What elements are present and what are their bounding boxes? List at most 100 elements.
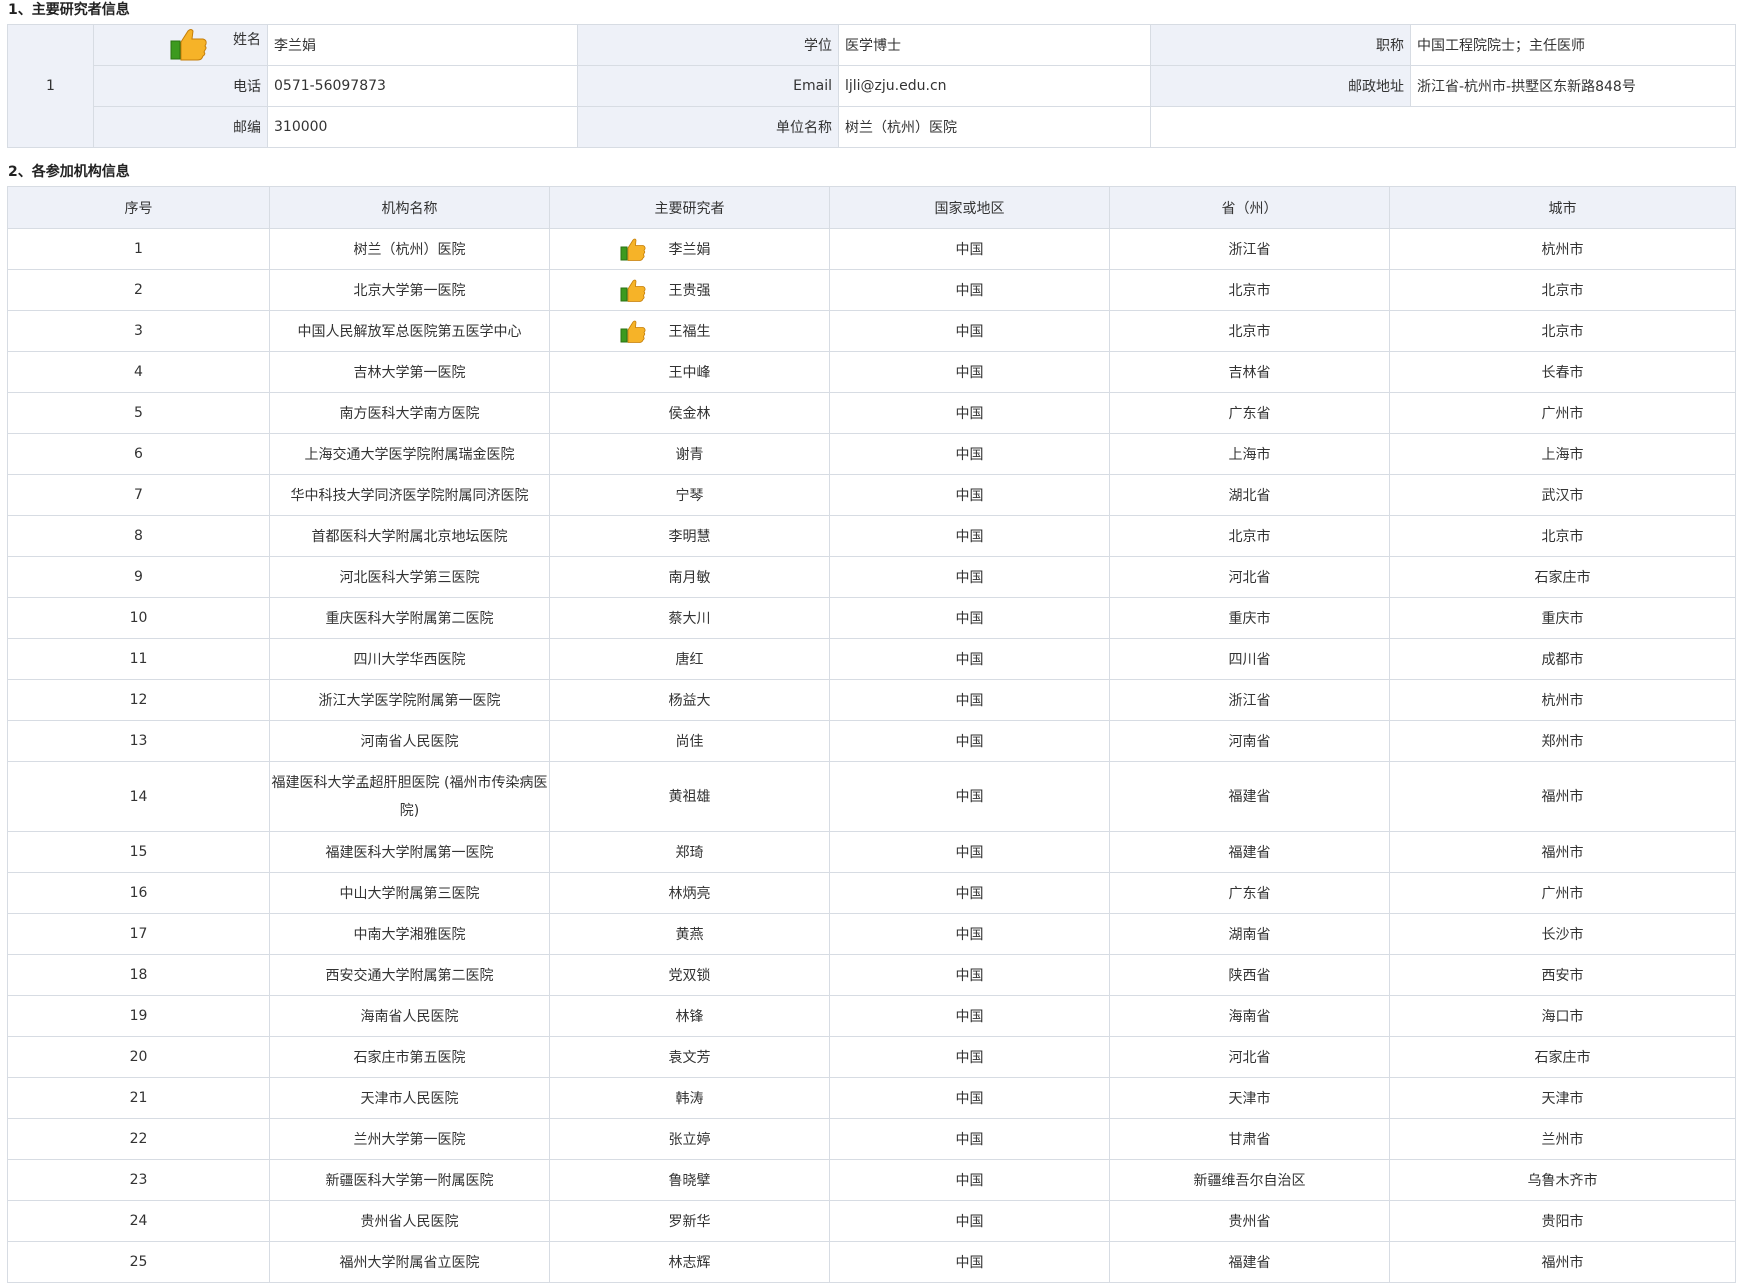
- site-province: 吉林省: [1109, 351, 1390, 393]
- site-no: 15: [7, 831, 270, 873]
- site-pi-name: 谢青: [675, 447, 704, 463]
- site-org: 树兰（杭州）医院: [269, 228, 550, 270]
- table-row: 6 上海交通大学医学院附属瑞金医院 谢青 中国 上海市 上海市: [7, 433, 1736, 475]
- site-no: 13: [7, 720, 270, 762]
- site-province: 广东省: [1109, 392, 1390, 434]
- name-value: 李兰娟: [267, 24, 578, 66]
- degree-label: 学位: [577, 24, 839, 66]
- table-row: 8 首都医科大学附属北京地坛医院 李明慧 中国 北京市 北京市: [7, 515, 1736, 557]
- site-country: 中国: [829, 1077, 1110, 1119]
- empty-cell: [1150, 106, 1736, 148]
- site-pi: 林志辉: [549, 1241, 830, 1283]
- header-city: 城市: [1389, 186, 1736, 229]
- site-city: 乌鲁木齐市: [1389, 1159, 1736, 1201]
- site-org: 兰州大学第一医院: [269, 1118, 550, 1160]
- site-pi-name: 侯金林: [668, 406, 711, 422]
- site-country: 中国: [829, 1159, 1110, 1201]
- site-org: 浙江大学医学院附属第一医院: [269, 679, 550, 721]
- email-label: Email: [577, 65, 839, 107]
- site-pi: 谢青: [549, 433, 830, 475]
- site-province: 北京市: [1109, 269, 1390, 311]
- site-no: 11: [7, 638, 270, 680]
- site-city: 上海市: [1389, 433, 1736, 475]
- site-city: 海口市: [1389, 995, 1736, 1037]
- site-pi-name: 宁琴: [675, 488, 704, 504]
- site-pi: 侯金林: [549, 392, 830, 434]
- site-pi: 韩涛: [549, 1077, 830, 1119]
- investigator-row-1: 1 姓名 李兰娟 学位 医学博士 职称 中国工程院院士；主任医师: [7, 24, 1736, 148]
- site-org: 重庆医科大学附属第二医院: [269, 597, 550, 639]
- site-province: 甘肃省: [1109, 1118, 1390, 1160]
- site-country: 中国: [829, 392, 1110, 434]
- site-no: 7: [7, 474, 270, 516]
- site-city: 重庆市: [1389, 597, 1736, 639]
- table-row: 9 河北医科大学第三医院 南月敏 中国 河北省 石家庄市: [7, 556, 1736, 598]
- site-pi-name: 林锋: [675, 1009, 704, 1025]
- site-country: 中国: [829, 310, 1110, 352]
- site-pi-name: 尚佳: [675, 734, 704, 750]
- site-city: 广州市: [1389, 872, 1736, 914]
- site-city: 长春市: [1389, 351, 1736, 393]
- site-no: 14: [7, 761, 270, 832]
- site-pi: 林锋: [549, 995, 830, 1037]
- table-row: 4 吉林大学第一医院 王中峰 中国 吉林省 长春市: [7, 351, 1736, 393]
- site-no: 1: [7, 228, 270, 270]
- site-country: 中国: [829, 913, 1110, 955]
- site-no: 20: [7, 1036, 270, 1078]
- site-city: 天津市: [1389, 1077, 1736, 1119]
- site-province: 上海市: [1109, 433, 1390, 475]
- sites-table: 序号 机构名称 主要研究者 国家或地区 省（州） 城市 1 树兰（杭州）医院 李兰娟…: [7, 186, 1736, 1283]
- site-city: 北京市: [1389, 515, 1736, 557]
- thumbs-up-icon: [620, 278, 646, 302]
- site-country: 中国: [829, 954, 1110, 996]
- site-pi: 黄祖雄: [549, 761, 830, 832]
- site-pi: 王福生: [549, 310, 830, 352]
- site-pi: 张立婷: [549, 1118, 830, 1160]
- site-pi: 袁文芳: [549, 1036, 830, 1078]
- site-no: 22: [7, 1118, 270, 1160]
- table-row: 17 中南大学湘雅医院 黄燕 中国 湖南省 长沙市: [7, 913, 1736, 955]
- table-row: 16 中山大学附属第三医院 林炳亮 中国 广东省 广州市: [7, 872, 1736, 914]
- header-province: 省（州）: [1109, 186, 1390, 229]
- thumbs-up-icon: [170, 27, 208, 61]
- site-no: 25: [7, 1241, 270, 1283]
- table-row: 15 福建医科大学附属第一医院 郑琦 中国 福建省 福州市: [7, 831, 1736, 873]
- site-country: 中国: [829, 597, 1110, 639]
- site-pi-name: 韩涛: [675, 1091, 704, 1107]
- site-country: 中国: [829, 761, 1110, 832]
- site-pi: 王贵强: [549, 269, 830, 311]
- site-province: 湖南省: [1109, 913, 1390, 955]
- site-org: 新疆医科大学第一附属医院: [269, 1159, 550, 1201]
- table-row: 14 福建医科大学孟超肝胆医院 (福州市传染病医院) 黄祖雄 中国 福建省 福州市: [7, 761, 1736, 832]
- table-row: 20 石家庄市第五医院 袁文芳 中国 河北省 石家庄市: [7, 1036, 1736, 1078]
- site-pi-name: 林炳亮: [668, 886, 711, 902]
- sites-header-row: 序号 机构名称 主要研究者 国家或地区 省（州） 城市: [7, 186, 1736, 229]
- site-province: 河北省: [1109, 1036, 1390, 1078]
- site-org: 西安交通大学附属第二医院: [269, 954, 550, 996]
- phone-value: 0571-56097873: [267, 65, 578, 107]
- site-no: 19: [7, 995, 270, 1037]
- phone-label: 电话: [93, 65, 268, 107]
- site-province: 河南省: [1109, 720, 1390, 762]
- header-org: 机构名称: [269, 186, 550, 229]
- site-city: 石家庄市: [1389, 1036, 1736, 1078]
- site-pi: 李兰娟: [549, 228, 830, 270]
- site-org: 南方医科大学南方医院: [269, 392, 550, 434]
- site-pi-name: 唐红: [675, 652, 704, 668]
- site-country: 中国: [829, 228, 1110, 270]
- site-org: 福建医科大学附属第一医院: [269, 831, 550, 873]
- table-row: 23 新疆医科大学第一附属医院 鲁晓擘 中国 新疆维吾尔自治区 乌鲁木齐市: [7, 1159, 1736, 1201]
- site-country: 中国: [829, 872, 1110, 914]
- site-country: 中国: [829, 831, 1110, 873]
- header-no: 序号: [7, 186, 270, 229]
- site-province: 海南省: [1109, 995, 1390, 1037]
- site-no: 3: [7, 310, 270, 352]
- zip-value: 310000: [267, 106, 578, 148]
- table-row: 12 浙江大学医学院附属第一医院 杨益大 中国 浙江省 杭州市: [7, 679, 1736, 721]
- site-province: 陕西省: [1109, 954, 1390, 996]
- address-label: 邮政地址: [1150, 65, 1411, 107]
- site-org: 北京大学第一医院: [269, 269, 550, 311]
- site-city: 郑州市: [1389, 720, 1736, 762]
- site-pi: 黄燕: [549, 913, 830, 955]
- site-city: 北京市: [1389, 310, 1736, 352]
